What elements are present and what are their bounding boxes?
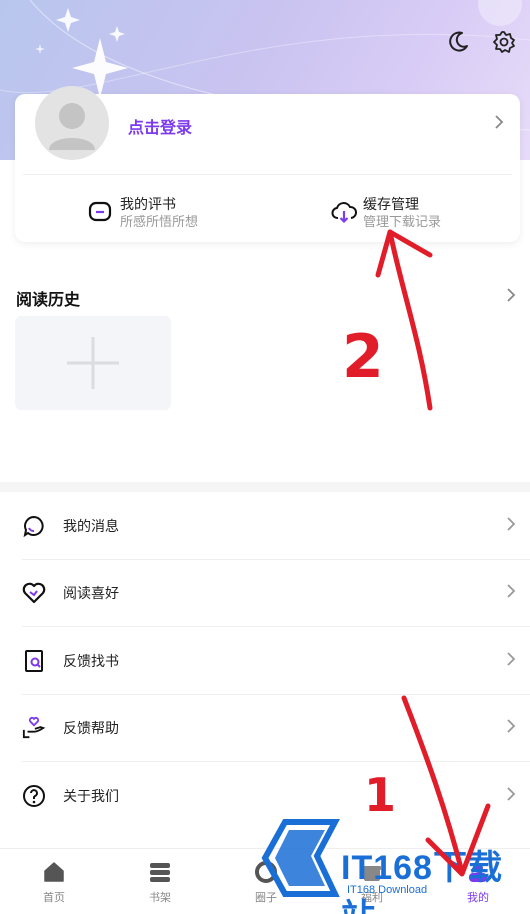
menu-item-label: 我的消息 [63, 518, 119, 535]
comment-icon [88, 200, 112, 224]
bookshelf-icon [115, 859, 205, 885]
tab-bookshelf[interactable]: 书架 [115, 859, 205, 905]
chevron-right-icon[interactable] [506, 287, 516, 307]
menu-item-messages[interactable]: 我的消息 [0, 492, 530, 560]
menu-item-feedback-book[interactable]: 反馈找书 [0, 627, 530, 695]
cache-management-button[interactable]: 缓存管理 管理下载记录 [331, 196, 441, 232]
annotation-number-2: 2 [342, 322, 384, 392]
menu-item-label: 阅读喜好 [63, 586, 119, 603]
gear-icon[interactable] [490, 28, 518, 56]
my-comments-title: 我的评书 [120, 197, 176, 213]
menu-item-label: 反馈找书 [63, 653, 119, 670]
tab-home[interactable]: 首页 [9, 859, 99, 905]
menu-item-label: 反馈帮助 [63, 721, 119, 738]
watermark-sub: IT168 Download [347, 884, 428, 896]
reading-history-title: 阅读历史 [16, 290, 81, 309]
my-comments-subtitle: 所感所悟所想 [120, 215, 199, 230]
watermark: IT168下载站 IT168 Download [255, 816, 525, 914]
avatar[interactable] [35, 86, 109, 160]
add-history-button[interactable] [15, 316, 171, 410]
message-icon [22, 514, 46, 538]
watermark-logo [261, 819, 340, 897]
cache-management-title: 缓存管理 [363, 197, 419, 213]
settings-menu: 我的消息 阅读喜好 反馈找书 反馈帮助 关于我们 [0, 492, 530, 830]
chevron-right-icon [506, 516, 516, 536]
menu-item-feedback-help[interactable]: 反馈帮助 [0, 695, 530, 762]
annotation-number-1: 1 [364, 768, 397, 822]
watermark-brand: IT168下载站 [341, 849, 503, 914]
heart-icon [22, 581, 46, 605]
help-hand-icon [22, 716, 46, 740]
chevron-right-icon [506, 651, 516, 671]
moon-icon[interactable] [444, 28, 472, 56]
cloud-download-icon [331, 200, 357, 224]
chevron-right-icon [506, 583, 516, 603]
menu-item-reading-preference[interactable]: 阅读喜好 [0, 560, 530, 627]
section-divider [0, 482, 530, 492]
cache-management-subtitle: 管理下载记录 [363, 215, 442, 230]
tab-label: 书架 [149, 891, 171, 904]
my-comments-button[interactable]: 我的评书 所感所悟所想 [88, 196, 198, 232]
plus-icon [67, 337, 119, 389]
chevron-right-icon [506, 718, 516, 738]
book-search-icon [22, 649, 46, 673]
divider [23, 174, 512, 175]
chevron-right-icon [506, 786, 516, 806]
login-link[interactable]: 点击登录 [128, 114, 192, 138]
chevron-right-icon[interactable] [494, 114, 504, 134]
tab-label: 首页 [43, 891, 65, 904]
profile-card: 点击登录 我的评书 所感所悟所想 缓存管理 管理下载记录 [15, 86, 520, 242]
menu-item-label: 关于我们 [63, 788, 119, 805]
question-icon [22, 784, 46, 808]
home-icon [9, 859, 99, 885]
